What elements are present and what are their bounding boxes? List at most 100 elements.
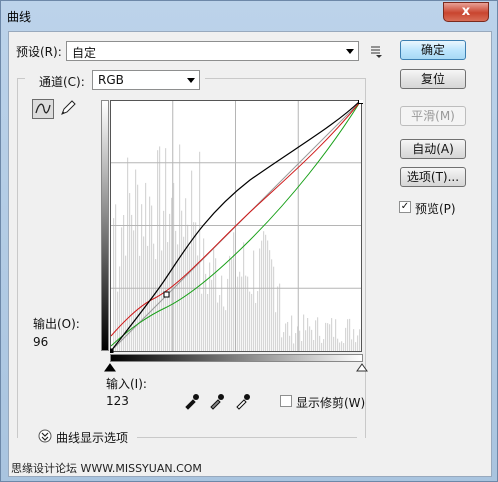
preset-menu-icon	[371, 46, 382, 58]
smooth-button: 平滑(M)	[400, 106, 466, 126]
black-point-slider[interactable]	[104, 363, 116, 372]
white-point-slider[interactable]	[356, 363, 368, 372]
preset-select[interactable]: 自定	[66, 41, 359, 61]
ok-button[interactable]: 确定	[400, 40, 466, 60]
histogram-bar	[201, 293, 203, 351]
chevron-down-icon	[187, 78, 195, 83]
pencil-icon	[61, 100, 76, 115]
histogram-bar	[263, 231, 265, 351]
histogram-bar	[243, 242, 245, 351]
options-button[interactable]: 选项(T)...	[400, 167, 466, 187]
histogram-bar	[213, 249, 215, 351]
close-button[interactable]: x	[443, 2, 489, 22]
histogram-bar	[315, 320, 317, 351]
histogram-bar	[249, 291, 251, 351]
histogram-bar	[153, 243, 155, 351]
histogram-bar	[313, 339, 315, 351]
window-title: 曲线	[7, 10, 32, 24]
histogram-bar	[205, 273, 207, 351]
histogram-bar	[203, 238, 205, 351]
output-label: 输出(O):	[33, 317, 80, 331]
pencil-tool-button[interactable]	[58, 99, 80, 119]
title-bar[interactable]: 曲线 x	[1, 1, 497, 31]
histogram-bar	[245, 275, 247, 351]
curve-point-black[interactable]	[110, 348, 114, 354]
histogram-bar	[353, 329, 355, 351]
output-value[interactable]: 96	[33, 335, 48, 349]
histogram-bar	[339, 342, 341, 351]
histogram-bar	[275, 312, 277, 351]
histogram-bar	[359, 329, 361, 351]
histogram-bar	[229, 255, 231, 351]
histogram-bar	[349, 318, 351, 351]
histogram-bar	[199, 151, 201, 351]
preset-options-button[interactable]	[365, 41, 387, 61]
histogram-bar	[323, 339, 325, 351]
histogram-bar	[261, 240, 263, 351]
histogram-bar	[179, 144, 181, 351]
expand-chevron-icon[interactable]	[38, 429, 52, 443]
group-border-right	[365, 78, 366, 438]
input-value[interactable]: 123	[106, 394, 129, 408]
dialog-body: 预设(R): 自定 通道(C): RGB 输出(O): 96 输入(I): 12…	[8, 31, 492, 477]
histogram-bar	[193, 222, 195, 351]
histogram-bar	[291, 315, 293, 351]
auto-button[interactable]: 自动(A)	[400, 139, 466, 159]
histogram-bar	[317, 317, 319, 351]
histogram-bar	[331, 318, 333, 351]
histogram-bar	[247, 276, 249, 351]
histogram-bar	[207, 294, 209, 351]
histogram-bar	[287, 321, 289, 351]
histogram-bar	[295, 333, 297, 351]
histogram-bar	[343, 343, 345, 351]
histogram-bar	[257, 291, 259, 351]
curve-point-tool-button[interactable]	[32, 99, 54, 119]
channel-select[interactable]: RGB	[92, 70, 200, 90]
channel-label: 通道(C):	[39, 75, 85, 89]
histogram-bar	[319, 335, 321, 351]
histogram-bar	[171, 197, 173, 351]
histogram-bar	[281, 337, 283, 351]
curve-point-white[interactable]	[358, 100, 364, 104]
histogram-bar	[307, 318, 309, 351]
histogram-bar	[355, 342, 357, 351]
chevron-down-icon	[346, 49, 354, 54]
histogram-bar	[239, 271, 241, 351]
preview-checkbox[interactable]: ✓	[399, 201, 411, 213]
histogram-bar	[321, 342, 323, 351]
histogram-bar	[113, 218, 115, 351]
histogram-bar	[159, 146, 161, 351]
group-border-top-left	[17, 78, 25, 79]
gray-eyedropper-icon[interactable]	[208, 392, 226, 410]
curve-point-mid[interactable]	[163, 291, 170, 298]
curves-graph[interactable]	[110, 100, 363, 353]
curves-dialog: 曲线 x 预设(R): 自定 通道(C): RGB 输出(O): 96 输入(I…	[0, 0, 498, 482]
histogram-bar	[191, 170, 193, 351]
histogram-bar	[251, 293, 253, 351]
histogram-bar	[183, 236, 185, 351]
histogram-bar	[189, 246, 191, 351]
histogram-bar	[143, 236, 145, 351]
histogram-bar	[211, 279, 213, 351]
histogram-bar	[151, 205, 153, 351]
preset-value: 自定	[72, 46, 97, 60]
output-gradient-bar	[101, 100, 109, 351]
histogram-bar	[253, 250, 255, 351]
histogram-bar	[271, 259, 273, 351]
curve-display-options-label[interactable]: 曲线显示选项	[56, 429, 128, 446]
histogram-bar	[139, 255, 141, 351]
white-eyedropper-icon[interactable]	[234, 392, 252, 410]
histogram-bar	[169, 213, 171, 351]
histogram-bar	[357, 335, 359, 351]
preview-label: 预览(P)	[415, 202, 456, 216]
histogram-bar	[341, 341, 343, 351]
histogram-bar	[273, 266, 275, 351]
histogram-bar	[217, 302, 219, 351]
histogram-bar	[147, 245, 149, 351]
histogram-bar	[337, 338, 339, 351]
black-eyedropper-icon[interactable]	[183, 392, 201, 410]
show-clipping-checkbox[interactable]	[280, 395, 292, 407]
histogram-bar	[283, 332, 285, 351]
histogram-bar	[223, 306, 225, 351]
reset-button[interactable]: 复位	[400, 69, 466, 89]
